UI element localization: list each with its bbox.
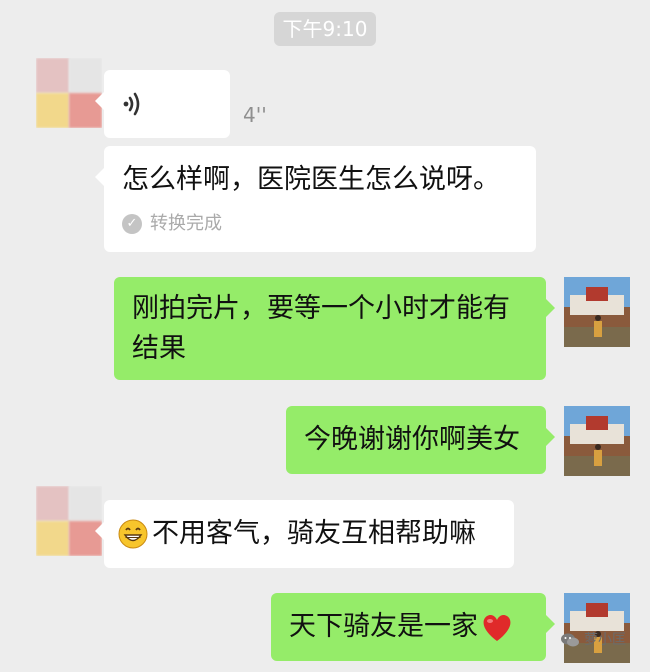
outgoing-message-bubble[interactable]: 今晚谢谢你啊美女 xyxy=(286,406,555,474)
voice-duration: 4'' xyxy=(243,103,267,127)
outgoing-message-bubble[interactable]: 天下骑友是一家 xyxy=(271,593,555,661)
grinning-face-icon xyxy=(118,519,148,549)
contact-avatar[interactable] xyxy=(36,58,102,128)
conversion-status-label: 转换完成 xyxy=(150,213,222,234)
my-avatar[interactable] xyxy=(564,277,630,347)
message-text: 今晚谢谢你啊美女 xyxy=(304,424,520,455)
my-avatar[interactable] xyxy=(564,593,630,663)
outgoing-message-bubble[interactable]: 刚拍完片，要等一个小时才能有结果 xyxy=(114,277,555,380)
message-text: 刚拍完片，要等一个小时才能有结果 xyxy=(132,293,510,364)
voice-transcription-bubble[interactable]: 怎么样啊，医院医生怎么说呀。 ✓ 转换完成 xyxy=(95,146,536,252)
conversion-status: ✓ 转换完成 xyxy=(122,212,222,236)
watermark-text: 萝小匡 xyxy=(584,632,626,648)
contact-avatar[interactable] xyxy=(36,486,102,556)
watermark: 萝小匡 xyxy=(560,630,626,650)
transcription-text: 怎么样啊，医院医生怎么说呀。 xyxy=(122,164,500,195)
my-avatar[interactable] xyxy=(564,406,630,476)
voice-wave-icon xyxy=(123,92,140,116)
incoming-message-bubble[interactable]: 不用客气，骑友互相帮助嘛 xyxy=(95,500,514,568)
message-text: 不用客气，骑友互相帮助嘛 xyxy=(152,518,476,549)
voice-message-bubble[interactable] xyxy=(95,70,230,138)
message-text: 天下骑友是一家 xyxy=(289,611,478,642)
check-circle-icon: ✓ xyxy=(122,214,142,234)
timestamp-pill: 下午9:10 xyxy=(274,12,376,46)
wechat-icon xyxy=(561,633,579,647)
red-heart-icon xyxy=(483,614,511,641)
